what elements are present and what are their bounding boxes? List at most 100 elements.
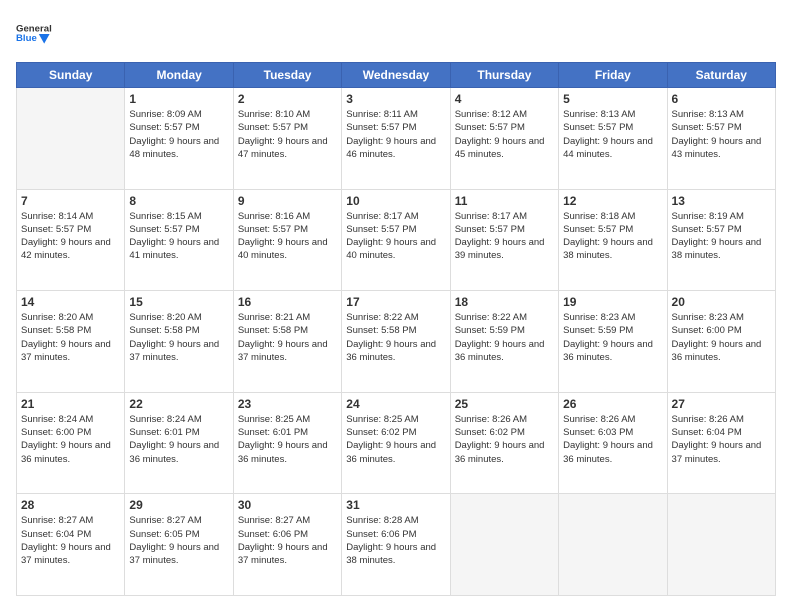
calendar-cell: 7 Sunrise: 8:14 AMSunset: 5:57 PMDaylight… [17,189,125,291]
day-info: Sunrise: 8:11 AMSunset: 5:57 PMDaylight:… [346,108,445,161]
day-info: Sunrise: 8:20 AMSunset: 5:58 PMDaylight:… [129,311,228,364]
calendar-cell: 22 Sunrise: 8:24 AMSunset: 6:01 PMDayligh… [125,392,233,494]
day-number: 20 [672,295,771,309]
day-number: 18 [455,295,554,309]
calendar-week-row: 21 Sunrise: 8:24 AMSunset: 6:00 PMDayligh… [17,392,776,494]
day-number: 26 [563,397,662,411]
weekday-header: Monday [125,63,233,88]
calendar-cell: 29 Sunrise: 8:27 AMSunset: 6:05 PMDayligh… [125,494,233,596]
svg-text:Blue: Blue [16,33,37,44]
calendar-cell: 26 Sunrise: 8:26 AMSunset: 6:03 PMDayligh… [559,392,667,494]
day-number: 4 [455,92,554,106]
day-number: 25 [455,397,554,411]
day-info: Sunrise: 8:25 AMSunset: 6:02 PMDaylight:… [346,413,445,466]
calendar-cell: 18 Sunrise: 8:22 AMSunset: 5:59 PMDayligh… [450,291,558,393]
day-number: 30 [238,498,337,512]
calendar-cell: 9Sunrise: 8:16 AMSunset: 5:57 PMDaylight… [233,189,341,291]
day-info: Sunrise: 8:25 AMSunset: 6:01 PMDaylight:… [238,413,337,466]
day-number: 6 [672,92,771,106]
calendar-cell: 27 Sunrise: 8:26 AMSunset: 6:04 PMDayligh… [667,392,775,494]
calendar-cell: 4Sunrise: 8:12 AMSunset: 5:57 PMDaylight… [450,88,558,190]
calendar-cell: 25 Sunrise: 8:26 AMSunset: 6:02 PMDayligh… [450,392,558,494]
calendar-cell: 17 Sunrise: 8:22 AMSunset: 5:58 PMDayligh… [342,291,450,393]
day-number: 13 [672,194,771,208]
calendar-cell: 16 Sunrise: 8:21 AMSunset: 5:58 PMDayligh… [233,291,341,393]
calendar-cell: 23 Sunrise: 8:25 AMSunset: 6:01 PMDayligh… [233,392,341,494]
day-info: Sunrise: 8:24 AMSunset: 6:00 PMDaylight:… [21,413,120,466]
calendar-cell: 24Sunrise: 8:25 AMSunset: 6:02 PMDayligh… [342,392,450,494]
day-number: 31 [346,498,445,512]
day-number: 17 [346,295,445,309]
calendar-week-row: 7 Sunrise: 8:14 AMSunset: 5:57 PMDaylight… [17,189,776,291]
day-info: Sunrise: 8:16 AMSunset: 5:57 PMDaylight:… [238,210,337,263]
calendar-header-row: SundayMondayTuesdayWednesdayThursdayFrid… [17,63,776,88]
day-info: Sunrise: 8:27 AMSunset: 6:06 PMDaylight:… [238,514,337,567]
calendar-cell: 3 Sunrise: 8:11 AMSunset: 5:57 PMDaylight… [342,88,450,190]
day-info: Sunrise: 8:22 AMSunset: 5:59 PMDaylight:… [455,311,554,364]
day-info: Sunrise: 8:15 AMSunset: 5:57 PMDaylight:… [129,210,228,263]
day-info: Sunrise: 8:17 AMSunset: 5:57 PMDaylight:… [455,210,554,263]
calendar-week-row: 28 Sunrise: 8:27 AMSunset: 6:04 PMDayligh… [17,494,776,596]
weekday-header: Friday [559,63,667,88]
weekday-header: Thursday [450,63,558,88]
logo: General Blue [16,16,52,52]
day-info: Sunrise: 8:09 AMSunset: 5:57 PMDaylight:… [129,108,228,161]
day-info: Sunrise: 8:21 AMSunset: 5:58 PMDaylight:… [238,311,337,364]
day-number: 28 [21,498,120,512]
day-info: Sunrise: 8:26 AMSunset: 6:04 PMDaylight:… [672,413,771,466]
day-info: Sunrise: 8:10 AMSunset: 5:57 PMDaylight:… [238,108,337,161]
day-number: 1 [129,92,228,106]
day-number: 21 [21,397,120,411]
calendar-cell: 5Sunrise: 8:13 AMSunset: 5:57 PMDaylight… [559,88,667,190]
calendar-cell [559,494,667,596]
day-number: 11 [455,194,554,208]
weekday-header: Tuesday [233,63,341,88]
day-info: Sunrise: 8:13 AMSunset: 5:57 PMDaylight:… [672,108,771,161]
calendar-week-row: 14 Sunrise: 8:20 AMSunset: 5:58 PMDayligh… [17,291,776,393]
weekday-header: Wednesday [342,63,450,88]
day-number: 27 [672,397,771,411]
day-info: Sunrise: 8:14 AMSunset: 5:57 PMDaylight:… [21,210,120,263]
day-number: 15 [129,295,228,309]
calendar-cell: 1 Sunrise: 8:09 AMSunset: 5:57 PMDaylight… [125,88,233,190]
calendar-cell: 19 Sunrise: 8:23 AMSunset: 5:59 PMDayligh… [559,291,667,393]
calendar-week-row: 1 Sunrise: 8:09 AMSunset: 5:57 PMDaylight… [17,88,776,190]
calendar-cell: 21 Sunrise: 8:24 AMSunset: 6:00 PMDayligh… [17,392,125,494]
day-info: Sunrise: 8:18 AMSunset: 5:57 PMDaylight:… [563,210,662,263]
day-number: 23 [238,397,337,411]
day-info: Sunrise: 8:23 AMSunset: 5:59 PMDaylight:… [563,311,662,364]
calendar-cell [17,88,125,190]
day-number: 16 [238,295,337,309]
day-number: 3 [346,92,445,106]
day-number: 5 [563,92,662,106]
day-info: Sunrise: 8:28 AMSunset: 6:06 PMDaylight:… [346,514,445,567]
calendar-cell: 31 Sunrise: 8:28 AMSunset: 6:06 PMDayligh… [342,494,450,596]
calendar-cell: 20Sunrise: 8:23 AMSunset: 6:00 PMDayligh… [667,291,775,393]
calendar-cell: 2 Sunrise: 8:10 AMSunset: 5:57 PMDaylight… [233,88,341,190]
header: General Blue [16,16,776,52]
day-info: Sunrise: 8:26 AMSunset: 6:03 PMDaylight:… [563,413,662,466]
day-number: 10 [346,194,445,208]
day-info: Sunrise: 8:17 AMSunset: 5:57 PMDaylight:… [346,210,445,263]
calendar-cell: 28 Sunrise: 8:27 AMSunset: 6:04 PMDayligh… [17,494,125,596]
day-number: 2 [238,92,337,106]
day-info: Sunrise: 8:27 AMSunset: 6:04 PMDaylight:… [21,514,120,567]
weekday-header: Saturday [667,63,775,88]
day-number: 29 [129,498,228,512]
calendar-cell: 10 Sunrise: 8:17 AMSunset: 5:57 PMDayligh… [342,189,450,291]
day-info: Sunrise: 8:24 AMSunset: 6:01 PMDaylight:… [129,413,228,466]
calendar-cell [450,494,558,596]
day-number: 14 [21,295,120,309]
day-number: 19 [563,295,662,309]
calendar-cell: 13Sunrise: 8:19 AMSunset: 5:57 PMDayligh… [667,189,775,291]
day-number: 22 [129,397,228,411]
calendar-cell: 30 Sunrise: 8:27 AMSunset: 6:06 PMDayligh… [233,494,341,596]
calendar-cell: 15 Sunrise: 8:20 AMSunset: 5:58 PMDayligh… [125,291,233,393]
day-info: Sunrise: 8:22 AMSunset: 5:58 PMDaylight:… [346,311,445,364]
calendar-cell: 11 Sunrise: 8:17 AMSunset: 5:57 PMDayligh… [450,189,558,291]
day-number: 7 [21,194,120,208]
page: General Blue SundayMondayTuesdayWednesda… [0,0,792,612]
day-info: Sunrise: 8:26 AMSunset: 6:02 PMDaylight:… [455,413,554,466]
day-info: Sunrise: 8:27 AMSunset: 6:05 PMDaylight:… [129,514,228,567]
calendar-cell: 6 Sunrise: 8:13 AMSunset: 5:57 PMDaylight… [667,88,775,190]
